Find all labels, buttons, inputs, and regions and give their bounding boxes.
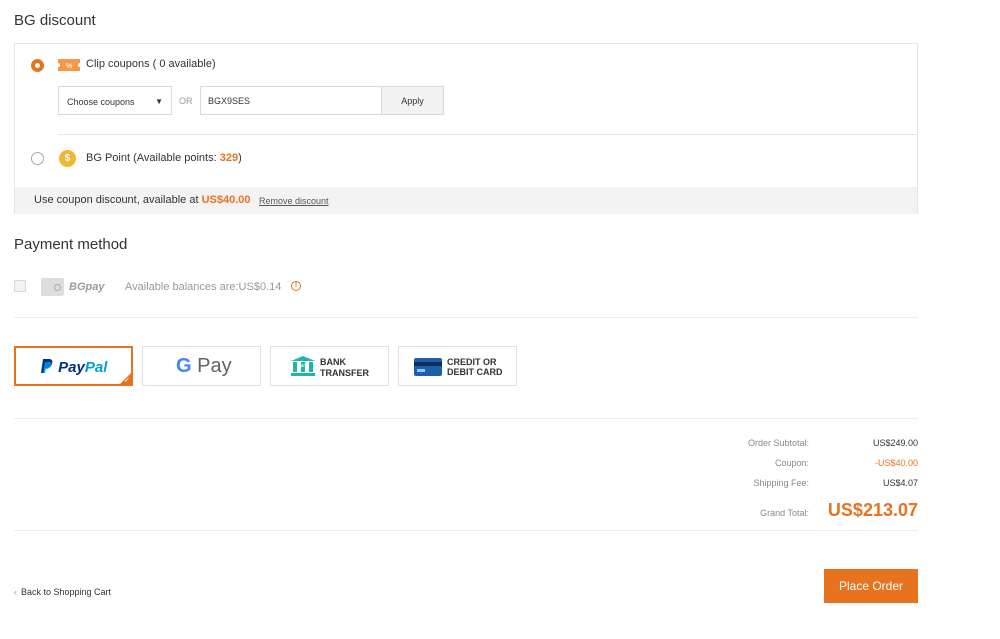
- payment-option-card[interactable]: CREDIT OR DEBIT CARD: [398, 346, 517, 386]
- shipping-value: US$4.07: [882, 478, 918, 488]
- check-icon: ✓: [124, 377, 130, 384]
- clip-coupons-label: Clip coupons ( 0 available): [86, 58, 216, 70]
- google-pay-logo: G Pay: [176, 355, 232, 377]
- credit-card-label: CREDIT OR DEBIT CARD: [447, 357, 503, 377]
- coupon-icon: %: [58, 59, 80, 71]
- bgpay-row: BGpay Available balances are:US$0.14 !: [14, 277, 918, 297]
- back-to-cart-link[interactable]: ‹ Back to Shopping Cart: [14, 587, 111, 597]
- coin-icon: $: [59, 150, 76, 167]
- divider: [14, 530, 918, 531]
- subtotal-value: US$249.00: [872, 438, 918, 448]
- coupon-discount-amount: US$40.00: [201, 194, 251, 206]
- coupon-code-input[interactable]: [200, 86, 382, 115]
- divider: [58, 134, 918, 135]
- svg-text:Bank: Bank: [297, 363, 309, 369]
- bank-transfer-label: BANK TRANSFER: [320, 357, 369, 378]
- grand-total-label: Grand Total:: [760, 508, 809, 518]
- bg-point-label: BG Point (Available points: 329): [86, 152, 242, 164]
- coupon-discount-text: Use coupon discount, available at US$40.…: [34, 194, 251, 206]
- svg-text:%: %: [66, 63, 72, 70]
- choose-coupons-label: Choose coupons: [67, 97, 135, 107]
- wallet-icon: [41, 278, 64, 296]
- clip-coupons-radio[interactable]: [31, 59, 44, 72]
- info-icon[interactable]: !: [291, 281, 301, 291]
- bg-point-value: 329: [219, 152, 239, 164]
- caret-down-icon: ▼: [155, 97, 163, 106]
- payment-option-paypal[interactable]: PayPal ✓: [14, 346, 133, 386]
- bank-icon: Bank: [291, 356, 315, 376]
- divider: [14, 418, 918, 419]
- divider: [14, 317, 918, 318]
- apply-button[interactable]: Apply: [381, 86, 444, 115]
- bgpay-checkbox[interactable]: [14, 280, 26, 292]
- place-order-button[interactable]: Place Order: [824, 569, 918, 603]
- grand-total-value: US$213.07: [827, 500, 918, 520]
- shipping-label: Shipping Fee:: [753, 478, 809, 488]
- paypal-logo: PayPal: [40, 358, 107, 376]
- remove-discount-link[interactable]: Remove discount: [259, 196, 329, 206]
- paypal-icon: [41, 359, 53, 373]
- credit-card-icon: [414, 358, 442, 376]
- bg-point-radio[interactable]: [31, 152, 44, 165]
- discount-panel: % Clip coupons ( 0 available) Choose cou…: [14, 43, 918, 214]
- bgpay-label: BGpay: [69, 281, 105, 293]
- coupon-label: Coupon:: [774, 458, 809, 468]
- chevron-left-icon: ‹: [14, 587, 17, 597]
- choose-coupons-dropdown[interactable]: Choose coupons ▼: [58, 86, 172, 115]
- payment-title: Payment method: [14, 236, 128, 253]
- or-separator: OR: [179, 96, 193, 106]
- payment-option-google-pay[interactable]: G Pay: [142, 346, 261, 386]
- discount-title: BG discount: [14, 12, 96, 29]
- payment-option-bank-transfer[interactable]: Bank BANK TRANSFER: [270, 346, 389, 386]
- bgpay-balance: Available balances are:US$0.14: [125, 281, 282, 293]
- coupon-value: -US$40.00: [874, 458, 918, 468]
- coupon-discount-bar: Use coupon discount, available at US$40.…: [15, 187, 917, 214]
- subtotal-label: Order Subtotal:: [747, 438, 809, 448]
